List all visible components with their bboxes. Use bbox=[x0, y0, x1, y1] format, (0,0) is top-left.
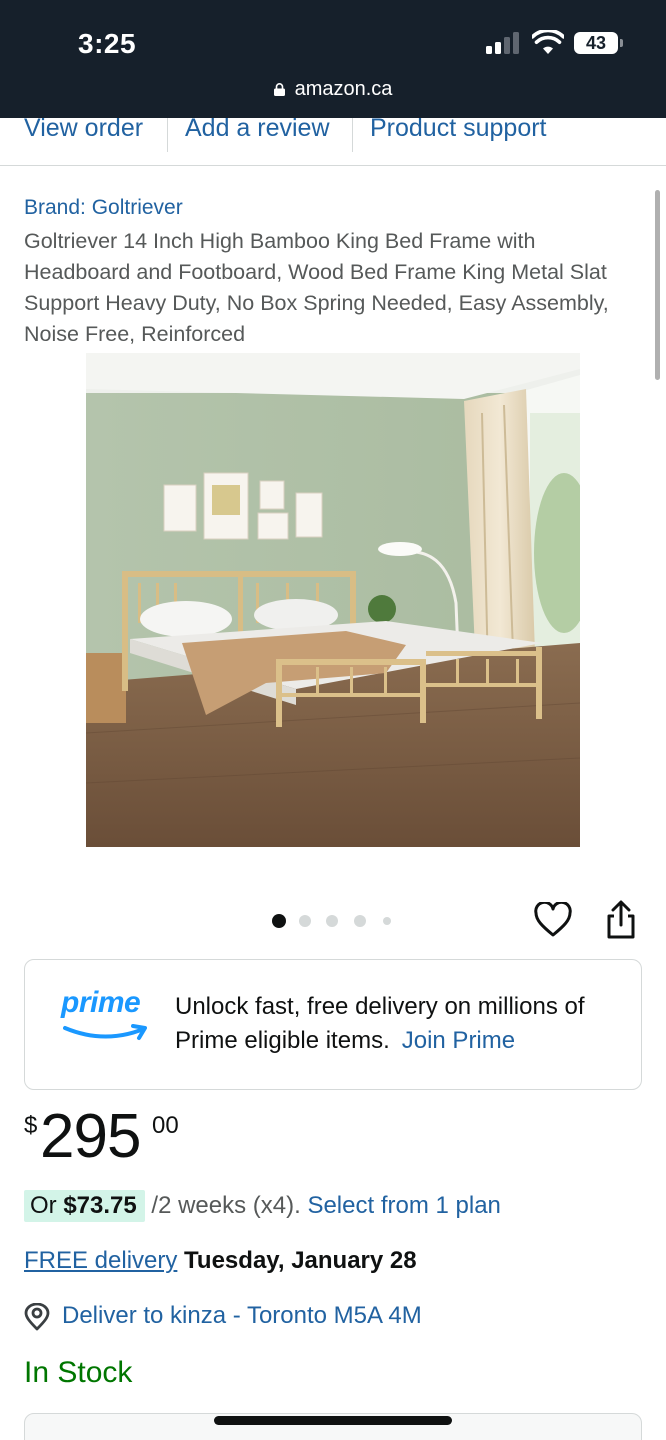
carousel-dot[interactable] bbox=[354, 915, 366, 927]
installment-period: /2 weeks (x4). bbox=[144, 1192, 301, 1219]
stock-status: In Stock bbox=[24, 1356, 133, 1389]
carousel-dot[interactable] bbox=[299, 915, 311, 927]
location-pin-icon bbox=[24, 1303, 50, 1331]
clock: 3:25 bbox=[78, 28, 137, 59]
carousel-dot[interactable] bbox=[326, 915, 338, 927]
status-bar: 3:25 43 amazon.ca bbox=[0, 0, 666, 118]
url-text: amazon.ca bbox=[294, 78, 393, 100]
prime-message-text: Unlock fast, free delivery on millions o… bbox=[175, 993, 585, 1054]
prime-logo: prime bbox=[61, 986, 153, 1046]
heart-icon[interactable] bbox=[534, 902, 572, 938]
divider bbox=[352, 118, 353, 152]
select-plan-link[interactable]: Select from 1 plan bbox=[307, 1192, 500, 1219]
view-order-link[interactable]: View order bbox=[24, 114, 143, 143]
product-support-link[interactable]: Product support bbox=[370, 114, 547, 143]
prime-promo-card[interactable]: prime Unlock fast, free delivery on mill… bbox=[24, 959, 642, 1090]
product-image[interactable] bbox=[86, 353, 580, 847]
battery-level: 43 bbox=[585, 33, 607, 53]
address-bar[interactable]: amazon.ca bbox=[0, 78, 666, 101]
join-prime-link[interactable]: Join Prime bbox=[402, 1027, 515, 1054]
home-indicator[interactable] bbox=[214, 1416, 452, 1425]
price-currency: $ bbox=[24, 1112, 38, 1139]
prime-wordmark: prime bbox=[61, 986, 141, 1019]
carousel-dot-active[interactable] bbox=[272, 914, 286, 928]
free-delivery-link[interactable]: FREE delivery bbox=[24, 1247, 177, 1274]
battery-icon: 43 bbox=[574, 32, 618, 54]
delivery-date: Tuesday, January 28 bbox=[184, 1247, 417, 1274]
deliver-to-text: Deliver to kinza - Toronto M5A 4M bbox=[62, 1302, 422, 1329]
installment-amount: $73.75 bbox=[63, 1192, 137, 1219]
prime-smile-icon bbox=[63, 1024, 147, 1040]
share-icon[interactable] bbox=[604, 900, 638, 940]
prime-message: Unlock fast, free delivery on millions o… bbox=[175, 990, 625, 1058]
brand-link[interactable]: Brand: Goltriever bbox=[24, 196, 183, 220]
installment-prefix: Or bbox=[30, 1192, 64, 1219]
price-fraction: 00 bbox=[152, 1112, 179, 1139]
divider bbox=[167, 118, 168, 152]
cellular-signal-icon bbox=[486, 32, 522, 54]
scrollbar[interactable] bbox=[655, 190, 660, 380]
price-whole: 295 bbox=[40, 1102, 141, 1171]
bed-frame-illustration bbox=[86, 353, 580, 847]
wifi-icon bbox=[532, 30, 564, 54]
installment-amount-badge: Or $73.75 bbox=[24, 1190, 145, 1222]
carousel-dot[interactable] bbox=[383, 917, 391, 925]
add-review-link[interactable]: Add a review bbox=[185, 114, 330, 143]
order-actions-bar: View order Add a review Product support bbox=[0, 114, 666, 166]
lock-icon bbox=[273, 83, 285, 96]
product-title: Goltriever 14 Inch High Bamboo King Bed … bbox=[24, 229, 609, 346]
battery-cap bbox=[620, 39, 623, 47]
delivery-info: FREE delivery Tuesday, January 28 bbox=[24, 1245, 417, 1277]
installment-offer: Or $73.75 /2 weeks (x4). Select from 1 p… bbox=[24, 1190, 501, 1222]
